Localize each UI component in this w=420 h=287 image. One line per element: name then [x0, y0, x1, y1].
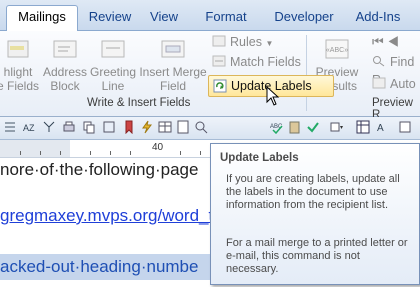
merge-icon[interactable] [42, 120, 56, 134]
rules-button[interactable]: Rules ▼ [212, 33, 273, 51]
check-icon[interactable] [306, 120, 320, 134]
box-icon[interactable] [398, 120, 412, 134]
auto-check-button[interactable]: Auto [372, 75, 416, 93]
highlight-icon [7, 40, 29, 58]
update-labels-tooltip: Update Labels If you are creating labels… [210, 143, 420, 285]
tab-review[interactable]: Review [84, 6, 136, 30]
print-icon[interactable] [62, 120, 76, 134]
tab-mailings[interactable]: Mailings [6, 5, 78, 32]
first-record-icon: ⏮ [372, 34, 384, 49]
svg-text:«ABC»: «ABC» [326, 47, 348, 54]
tab-view[interactable]: View [144, 6, 184, 30]
greeting-line-button[interactable]: Greeting Line [88, 37, 138, 99]
ruler-number: 40 [152, 142, 164, 153]
tooltip-title: Update Labels [220, 152, 299, 164]
options-dropdown-icon[interactable] [330, 120, 344, 134]
group-label-write-insert: Write & Insert Fields [87, 97, 191, 109]
insert-merge-field-button[interactable]: Insert Merge Field [138, 37, 208, 99]
match-fields-icon [212, 55, 226, 67]
grid-icon[interactable] [356, 120, 370, 134]
mouse-cursor-icon [266, 86, 280, 106]
sort-icon[interactable]: AZ [22, 120, 36, 134]
format-icon[interactable] [102, 120, 116, 134]
table-icon[interactable] [158, 120, 172, 134]
selected-heading-text: acked-out·heading·numbe [0, 254, 230, 280]
spelling-icon[interactable]: ABC [270, 120, 284, 134]
preview-results-icon: «ABC» [325, 39, 349, 59]
tab-format[interactable]: Format [198, 6, 254, 30]
address-block-button[interactable]: Address Block [42, 37, 88, 99]
page-icon[interactable] [176, 120, 190, 134]
spell-check-icon[interactable]: A [376, 120, 390, 134]
group-separator [306, 35, 307, 111]
bookmark-icon[interactable] [122, 120, 136, 134]
insert-merge-field-icon [161, 40, 185, 58]
list-icon[interactable] [3, 120, 17, 134]
address-block-icon [53, 40, 77, 58]
update-labels-icon [213, 79, 227, 93]
first-record-button[interactable]: ⏮ ◀ [372, 33, 399, 51]
document-text-line: nore·of·the·following·page [0, 160, 199, 179]
ribbon-tab-bar: Mailings Review View Format Developer Ad… [0, 0, 420, 32]
greeting-line-icon [101, 40, 125, 58]
search-doc-icon[interactable] [194, 120, 208, 134]
tooltip-body: If you are creating labels, update all t… [226, 173, 400, 211]
highlight-merge-fields-button[interactable]: hlight e Fields [0, 37, 40, 99]
svg-text:AZ: AZ [23, 123, 35, 133]
hyperlink[interactable]: gregmaxey.mvps.org/word_t [0, 206, 213, 226]
svg-text:A: A [377, 123, 384, 134]
previous-record-icon: ◀ [387, 34, 399, 49]
find-icon [373, 56, 385, 67]
ribbon-panel: hlight e Fields Address Block Greeting L… [0, 31, 420, 121]
copy-icon[interactable] [82, 120, 96, 134]
quick-toolbar: AZ ABC A [0, 117, 420, 140]
match-fields-button[interactable]: Match Fields [212, 53, 301, 71]
tooltip-note: For a mail merge to a printed letter or … [226, 237, 408, 275]
lightning-icon[interactable] [140, 120, 154, 134]
find-recipient-button[interactable]: Find R [372, 53, 420, 87]
tab-add-ins[interactable]: Add-Ins [346, 6, 410, 30]
rules-icon [212, 35, 226, 47]
paste-icon[interactable] [288, 120, 302, 134]
auto-check-icon [372, 77, 386, 89]
tab-developer[interactable]: Developer [266, 6, 342, 30]
chevron-down-icon: ▼ [265, 39, 274, 48]
